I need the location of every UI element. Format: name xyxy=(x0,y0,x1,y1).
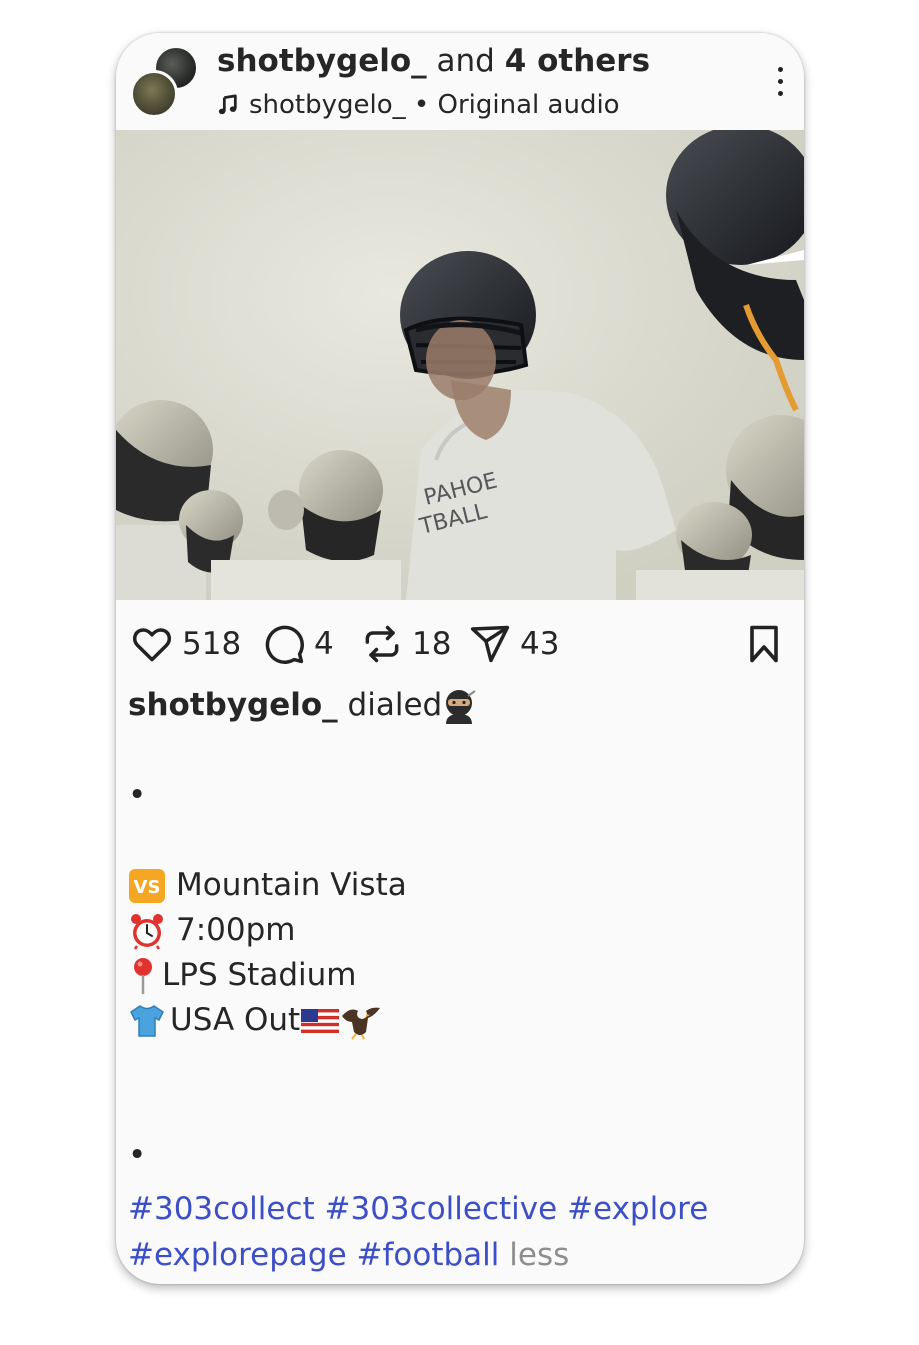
post-caption: shotbygelo_ dialed • VS Mountain Vista 7… xyxy=(128,683,788,1178)
caption-text: dialed xyxy=(347,687,443,723)
hashtag-link[interactable]: #303collective xyxy=(325,1191,558,1227)
eagle-icon xyxy=(342,1007,381,1040)
like-button[interactable]: 518 xyxy=(130,616,241,672)
post-video[interactable]: PAHOE TBALL xyxy=(116,130,804,600)
repost-icon xyxy=(365,625,399,663)
caption-username[interactable]: shotbygelo_ xyxy=(128,683,338,728)
location-text: LPS Stadium xyxy=(162,957,357,993)
svg-text:VS: VS xyxy=(134,877,161,898)
opponent-text: Mountain Vista xyxy=(176,867,407,903)
music-note-icon xyxy=(218,94,237,115)
hashtags: #303collect #303collective #explore #exp… xyxy=(128,1186,788,1278)
pin-icon xyxy=(134,957,152,994)
more-vertical-icon[interactable] xyxy=(776,67,784,99)
alarm-clock-icon xyxy=(131,913,163,950)
tshirt-icon xyxy=(130,1004,164,1037)
attire-text: USA Out xyxy=(170,1002,301,1038)
location-line: LPS Stadium xyxy=(128,953,788,998)
hashtag-link[interactable]: #explorepage xyxy=(128,1237,347,1273)
ninja-emoji-icon xyxy=(446,689,476,724)
comment-button[interactable]: 4 xyxy=(262,616,334,672)
audio-label: Original audio xyxy=(437,90,620,120)
time-line: 7:00pm xyxy=(128,908,788,953)
and-text: and xyxy=(426,43,505,79)
us-flag-icon xyxy=(301,1008,340,1033)
time-text: 7:00pm xyxy=(176,912,296,948)
hashtag-link[interactable]: #football xyxy=(357,1237,500,1273)
share-count: 43 xyxy=(520,626,560,662)
audio-link[interactable]: shotbygelo_ • Original audio xyxy=(217,90,620,120)
audio-username: shotbygelo_ xyxy=(249,90,406,120)
heart-icon xyxy=(133,628,171,662)
hashtag-link[interactable]: #303collect xyxy=(128,1191,315,1227)
share-icon xyxy=(470,625,510,663)
bullet-1: • xyxy=(128,777,147,813)
comment-count: 4 xyxy=(314,626,334,662)
repost-count: 18 xyxy=(412,626,452,662)
bookmark-icon[interactable] xyxy=(746,624,782,664)
hashtag-line-2: #explorepage #football less xyxy=(128,1232,788,1278)
caption-first-line: shotbygelo_ dialed xyxy=(128,683,788,728)
share-button[interactable]: 43 xyxy=(468,616,559,672)
opponent-line: VS Mountain Vista xyxy=(128,863,788,908)
hashtag-link[interactable]: #explore xyxy=(567,1191,708,1227)
less-button[interactable]: less xyxy=(509,1237,569,1273)
post-authors[interactable]: shotbygelo_ and 4 others xyxy=(217,43,650,79)
post-header: shotbygelo_ and 4 others shotbygelo_ • O… xyxy=(116,33,804,130)
repost-button[interactable]: 18 xyxy=(360,616,451,672)
vs-badge-icon: VS xyxy=(129,868,165,903)
video-frame: PAHOE TBALL xyxy=(116,130,804,600)
hashtag-line-1: #303collect #303collective #explore xyxy=(128,1186,788,1232)
attire-line: USA Out xyxy=(128,998,788,1043)
like-count: 518 xyxy=(182,626,242,662)
others-link[interactable]: 4 others xyxy=(505,43,650,79)
author-username[interactable]: shotbygelo_ xyxy=(217,43,427,79)
author-avatar[interactable] xyxy=(130,70,178,118)
action-bar: 518 4 18 43 xyxy=(116,616,804,672)
audio-separator: • xyxy=(405,90,438,120)
post-card: shotbygelo_ and 4 others shotbygelo_ • O… xyxy=(116,33,804,1284)
comment-icon xyxy=(265,625,304,664)
bullet-2: • xyxy=(128,1137,147,1173)
